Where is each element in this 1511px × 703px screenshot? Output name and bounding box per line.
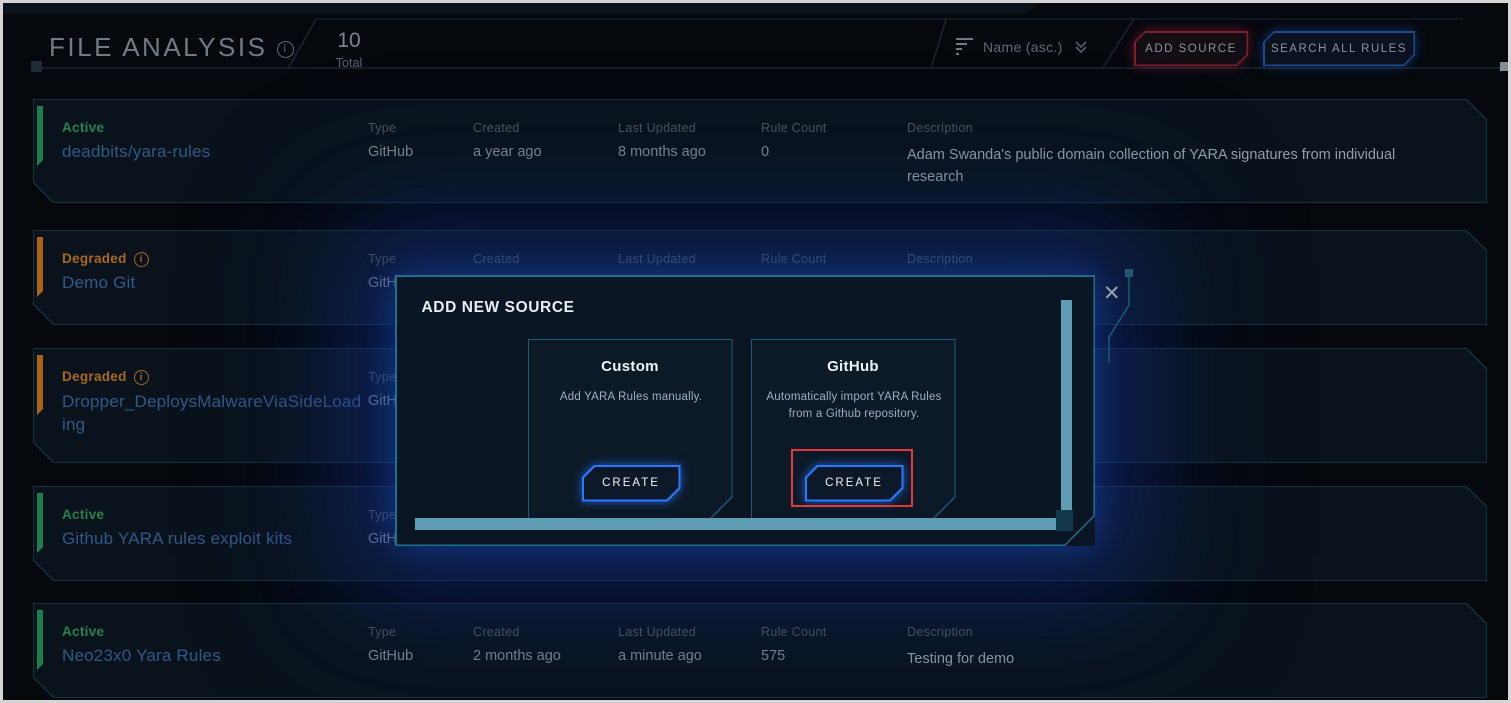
col-label-created: Created [473, 625, 520, 639]
add-new-source-modal: ADD NEW SOURCE Custom Add YARA Rules man… [395, 275, 1095, 546]
col-label-last-updated: Last Updated [618, 121, 696, 135]
col-value-description: Adam Swanda's public domain collection o… [907, 144, 1452, 189]
add-source-button[interactable]: ADD SOURCE [1134, 31, 1248, 66]
source-name-link[interactable]: Github YARA rules exploit kits [62, 529, 292, 549]
col-label-created: Created [473, 121, 520, 135]
col-label-description: Description [907, 625, 973, 639]
search-all-rules-button[interactable]: SEARCH ALL RULES [1263, 31, 1415, 66]
total-counter: 10 Total [303, 29, 395, 70]
status-bar [37, 493, 43, 553]
col-value-created: a year ago [473, 144, 542, 160]
col-label-description: Description [907, 121, 973, 135]
col-label-rule-count: Rule Count [761, 252, 827, 266]
github-create-button[interactable]: CREATE [805, 465, 904, 502]
col-label-description: Description [907, 252, 973, 266]
col-label-last-updated: Last Updated [618, 252, 696, 266]
header-left-square [31, 61, 42, 72]
header-right-square [1500, 62, 1509, 71]
github-card-description: Automatically import YARA Rules from a G… [765, 389, 944, 425]
title-info-icon[interactable]: i [277, 41, 294, 58]
col-label-rule-count: Rule Count [761, 625, 827, 639]
sort-icon [956, 38, 973, 55]
custom-option-card: Custom Add YARA Rules manually. CREATE [528, 339, 733, 520]
app-window: FILE ANALYSISi 10 Total Name (asc.) ADD … [0, 0, 1511, 703]
top-accent-strip [3, 3, 1038, 14]
source-name-link[interactable]: Dropper_DeploysMalwareViaSideLoading [62, 391, 362, 437]
github-card-title: GitHub [752, 358, 955, 375]
col-value-type: GitHub [368, 144, 413, 160]
custom-card-title: Custom [529, 358, 732, 375]
modal-title: ADD NEW SOURCE [422, 299, 575, 317]
col-label-type: Type [368, 252, 396, 266]
source-row[interactable]: Active Neo23x0 Yara Rules Type GitHub Cr… [33, 603, 1487, 698]
col-value-rule-count: 0 [761, 144, 769, 160]
col-value-last-updated: 8 months ago [618, 144, 706, 160]
col-label-type: Type [368, 508, 396, 522]
close-icon[interactable]: ✕ [1103, 281, 1121, 306]
modal-horizontal-scrollbar[interactable] [415, 518, 1056, 530]
status-bar [37, 355, 43, 415]
scrollbar-corner [1056, 510, 1073, 531]
page-title: FILE ANALYSISi [49, 32, 294, 63]
col-value-created: 2 months ago [473, 648, 561, 664]
col-label-type: Type [368, 121, 396, 135]
col-label-rule-count: Rule Count [761, 121, 827, 135]
sort-control[interactable]: Name (asc.) [956, 38, 1089, 55]
status-badge: Active [62, 624, 104, 639]
col-label-last-updated: Last Updated [618, 625, 696, 639]
col-value-last-updated: a minute ago [618, 648, 702, 664]
col-value-description: Testing for demo [907, 648, 1452, 670]
status-bar [37, 237, 43, 297]
status-bar [37, 610, 43, 670]
sort-label: Name (asc.) [983, 39, 1063, 55]
source-name-link[interactable]: Demo Git [62, 273, 135, 293]
total-count-label: Total [303, 56, 395, 70]
custom-create-button[interactable]: CREATE [582, 465, 681, 502]
status-badge: Active [62, 120, 104, 135]
col-value-type: GitHub [368, 648, 413, 664]
github-option-card: GitHub Automatically import YARA Rules f… [751, 339, 956, 520]
source-name-link[interactable]: Neo23x0 Yara Rules [62, 646, 221, 666]
degraded-info-icon[interactable]: i [134, 252, 149, 267]
custom-card-description: Add YARA Rules manually. [542, 389, 721, 407]
source-name-link[interactable]: deadbits/yara-rules [62, 142, 210, 162]
status-badge: Degradedi [62, 251, 149, 267]
modal-vertical-scrollbar[interactable] [1061, 300, 1072, 510]
source-row[interactable]: Active deadbits/yara-rules Type GitHub C… [33, 99, 1487, 203]
col-label-type: Type [368, 625, 396, 639]
col-value-rule-count: 575 [761, 648, 785, 664]
degraded-info-icon[interactable]: i [134, 370, 149, 385]
col-label-created: Created [473, 252, 520, 266]
col-label-type: Type [368, 370, 396, 384]
chevron-double-down-icon [1073, 39, 1089, 55]
status-badge: Active [62, 507, 104, 522]
total-count-value: 10 [303, 29, 395, 53]
status-badge: Degradedi [62, 369, 149, 385]
status-bar [37, 106, 43, 166]
